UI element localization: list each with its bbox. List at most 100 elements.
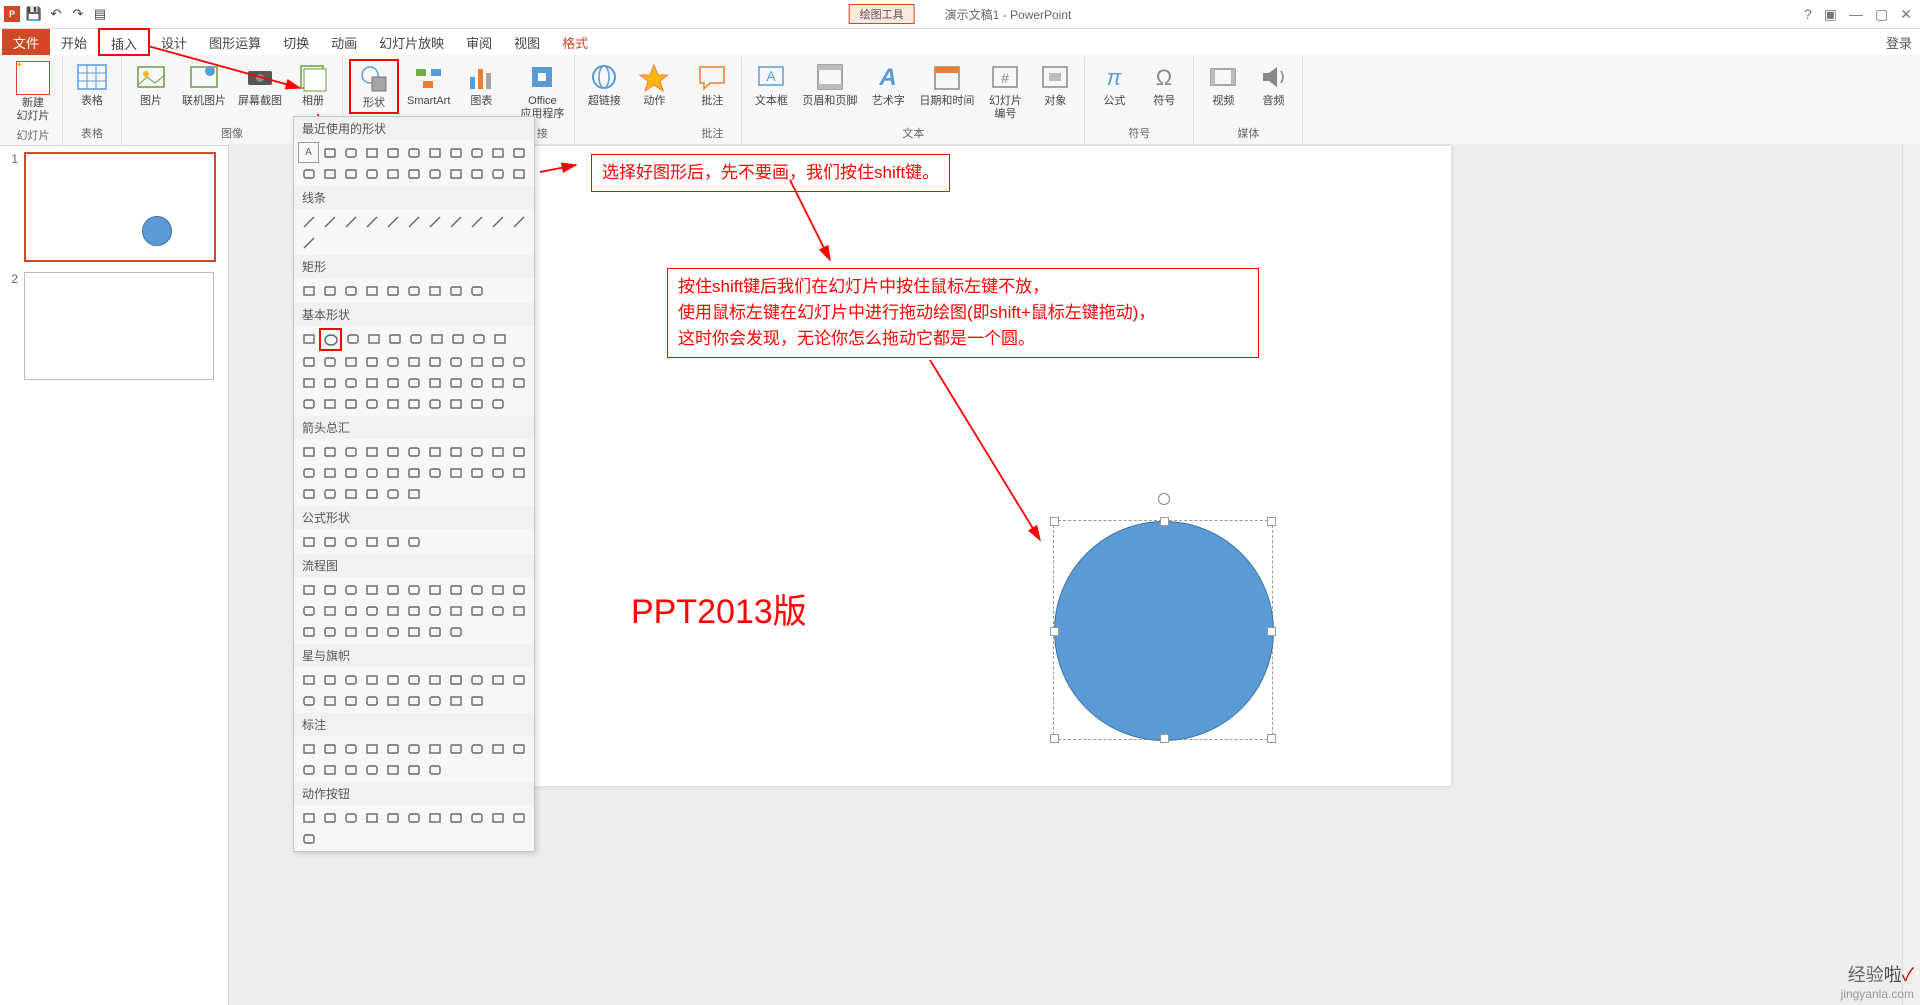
shape-item[interactable] [319, 462, 340, 483]
shape-item[interactable] [340, 600, 361, 621]
redo-icon[interactable]: ↷ [70, 6, 86, 22]
shape-item[interactable] [445, 441, 466, 462]
shape-item[interactable] [298, 211, 319, 232]
shape-item[interactable] [508, 807, 529, 828]
shape-item[interactable] [466, 351, 487, 372]
shape-item[interactable] [403, 441, 424, 462]
shape-item[interactable] [361, 690, 382, 711]
shape-item[interactable] [424, 807, 445, 828]
shape-item[interactable] [319, 372, 340, 393]
shape-item[interactable] [424, 621, 445, 642]
shape-item[interactable] [382, 372, 403, 393]
resize-handle-s[interactable] [1160, 734, 1169, 743]
shape-item[interactable] [445, 163, 466, 184]
shape-item[interactable] [340, 211, 361, 232]
shape-item[interactable] [424, 738, 445, 759]
smartart-button[interactable]: SmartArt [403, 59, 454, 110]
tab-slideshow[interactable]: 幻灯片放映 [368, 29, 455, 55]
shape-item[interactable] [319, 328, 342, 351]
shape-item[interactable] [424, 579, 445, 600]
minimize-icon[interactable]: — [1849, 6, 1863, 22]
shape-item[interactable] [424, 372, 445, 393]
shape-item[interactable] [382, 163, 403, 184]
symbol-button[interactable]: Ω符号 [1141, 59, 1187, 110]
shape-item[interactable] [508, 142, 529, 163]
shape-item[interactable] [298, 351, 319, 372]
shape-item[interactable] [489, 328, 510, 349]
shape-item[interactable] [405, 328, 426, 349]
shape-item[interactable] [466, 393, 487, 414]
shape-item[interactable] [340, 483, 361, 504]
tab-transitions[interactable]: 切换 [272, 29, 320, 55]
shape-item[interactable] [466, 579, 487, 600]
shape-item[interactable] [298, 483, 319, 504]
table-button[interactable]: 表格 [69, 59, 115, 110]
shape-item[interactable] [382, 759, 403, 780]
shape-item[interactable] [424, 211, 445, 232]
circle-shape[interactable] [1054, 521, 1274, 741]
shape-item[interactable] [424, 441, 445, 462]
shape-item[interactable] [466, 807, 487, 828]
shape-item[interactable] [508, 163, 529, 184]
undo-icon[interactable]: ↶ [48, 6, 64, 22]
shape-item[interactable] [298, 462, 319, 483]
shape-item[interactable] [468, 328, 489, 349]
shape-item[interactable] [319, 142, 340, 163]
shape-item[interactable] [487, 393, 508, 414]
shape-item[interactable] [340, 163, 361, 184]
shape-item[interactable] [361, 483, 382, 504]
vertical-scrollbar[interactable] [1902, 144, 1920, 1005]
shape-item[interactable] [403, 462, 424, 483]
shape-item[interactable] [466, 163, 487, 184]
shape-item[interactable] [403, 163, 424, 184]
screenshot-button[interactable]: 屏幕截图 [234, 59, 286, 110]
shape-item[interactable] [508, 600, 529, 621]
shape-item[interactable] [466, 280, 487, 301]
shape-item[interactable] [487, 579, 508, 600]
shape-item[interactable] [340, 621, 361, 642]
ribbon-options-icon[interactable]: ▣ [1824, 6, 1837, 23]
shape-item[interactable] [424, 759, 445, 780]
shape-item[interactable] [445, 142, 466, 163]
resize-handle-e[interactable] [1267, 627, 1276, 636]
slide-thumb-1[interactable]: 1 [6, 152, 222, 262]
shape-item[interactable] [424, 393, 445, 414]
shape-item[interactable] [298, 828, 319, 849]
shape-item[interactable] [487, 163, 508, 184]
shape-item[interactable] [487, 738, 508, 759]
shape-item[interactable] [445, 669, 466, 690]
shape-item[interactable] [361, 462, 382, 483]
shape-item[interactable] [319, 211, 340, 232]
shape-item[interactable] [361, 738, 382, 759]
shape-item[interactable] [298, 807, 319, 828]
shape-item[interactable] [298, 759, 319, 780]
chart-button[interactable]: 图表 [458, 59, 504, 110]
shape-item[interactable] [382, 211, 403, 232]
shape-item[interactable] [466, 372, 487, 393]
shape-item[interactable] [340, 393, 361, 414]
shape-item[interactable] [361, 280, 382, 301]
shape-item[interactable] [340, 669, 361, 690]
resize-handle-nw[interactable] [1050, 517, 1059, 526]
shape-item[interactable] [403, 600, 424, 621]
shape-item[interactable] [487, 669, 508, 690]
shape-item[interactable] [466, 690, 487, 711]
shape-item[interactable] [466, 669, 487, 690]
tab-view[interactable]: 视图 [503, 29, 551, 55]
slide-number-button[interactable]: #幻灯片 编号 [982, 59, 1028, 123]
shape-item[interactable] [382, 280, 403, 301]
shape-item[interactable] [361, 211, 382, 232]
shape-item[interactable] [361, 600, 382, 621]
shape-item[interactable] [424, 280, 445, 301]
shape-item[interactable] [298, 280, 319, 301]
shape-item[interactable]: A [298, 142, 319, 163]
shape-item[interactable] [487, 142, 508, 163]
shape-item[interactable] [445, 738, 466, 759]
shape-item[interactable] [319, 579, 340, 600]
video-button[interactable]: 视频 [1200, 59, 1246, 110]
resize-handle-se[interactable] [1267, 734, 1276, 743]
shape-item[interactable] [319, 690, 340, 711]
shape-item[interactable] [361, 669, 382, 690]
tab-file[interactable]: 文件 [2, 29, 50, 55]
shape-item[interactable] [403, 531, 424, 552]
